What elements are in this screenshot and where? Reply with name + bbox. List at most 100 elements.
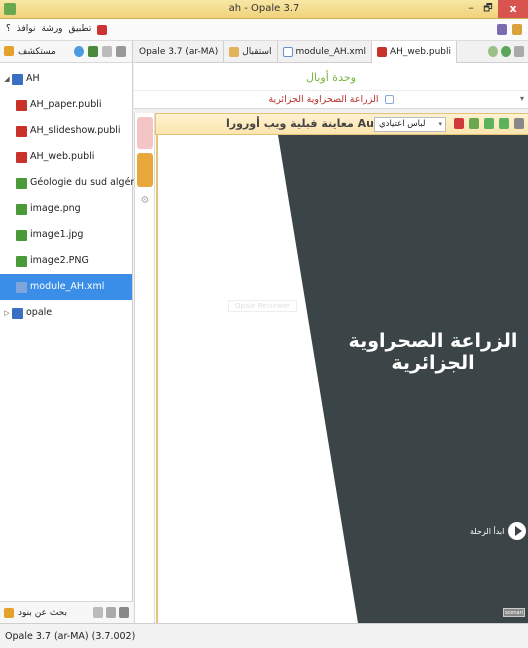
tree-item-label: AH_web.publi bbox=[30, 151, 95, 162]
menubar-right-tools bbox=[497, 24, 522, 35]
tree-folder[interactable]: ◢ AH bbox=[0, 66, 132, 92]
back-icon[interactable] bbox=[488, 46, 498, 57]
module-title: الزراعة الصحراوية الجزائرية bbox=[268, 94, 379, 105]
status-bar: Opale 3.7 (ar-MA) (3.7.002) bbox=[0, 623, 528, 648]
preview-side-strip: ⚙ bbox=[135, 113, 155, 623]
tab-list-icon[interactable] bbox=[514, 46, 524, 57]
publi-icon bbox=[376, 47, 387, 57]
explorer-header: مستكشف bbox=[0, 41, 132, 63]
tab-web-publi[interactable]: AH_web.publi bbox=[371, 41, 458, 63]
tree-item-label: AH_paper.publi bbox=[30, 99, 102, 110]
tree-item[interactable]: Géologie du sud algérien.jpg bbox=[0, 170, 167, 196]
tree-item[interactable]: image2.PNG bbox=[0, 248, 132, 274]
explorer-panel: مستكشف ◢ AH AH_paper.publi AH_slideshow.pub… bbox=[0, 41, 167, 623]
search-items-label[interactable]: بحث عن بنود bbox=[18, 608, 67, 618]
tab-label: استقبال bbox=[242, 47, 272, 57]
slide-background bbox=[278, 135, 528, 623]
close-button[interactable]: x bbox=[498, 0, 528, 18]
search-items-bar: بحث عن بنود bbox=[0, 601, 133, 623]
image-icon bbox=[16, 203, 27, 215]
refresh-icon[interactable] bbox=[74, 46, 84, 57]
tab-module[interactable]: module_AH.xml bbox=[278, 41, 372, 63]
maximize-button[interactable]: 🗗 bbox=[481, 2, 495, 16]
tree-item[interactable]: image.png bbox=[0, 196, 132, 222]
forward-icon[interactable] bbox=[501, 46, 511, 57]
search-items-tools bbox=[93, 607, 129, 618]
settings-icon[interactable]: ⚙ bbox=[139, 195, 151, 207]
skin-select-value: لباس اعتيادي bbox=[379, 119, 426, 129]
tree-item[interactable]: AH_web.publi bbox=[0, 144, 132, 170]
user-icon[interactable] bbox=[512, 24, 522, 35]
tree-item[interactable]: module_AH.xml bbox=[0, 274, 132, 300]
explorer-icon bbox=[4, 46, 14, 56]
tab-label: Opale 3.7 (ar-MA) bbox=[139, 47, 219, 57]
menu-windows[interactable]: نوافذ bbox=[17, 24, 36, 35]
chevron-down-icon[interactable]: ▾ bbox=[520, 94, 524, 103]
workshop-icon[interactable] bbox=[497, 24, 507, 35]
module-selector[interactable]: الزراعة الصحراوية الجزائرية ▾ bbox=[134, 90, 528, 108]
tree-folder[interactable]: ▷ opale bbox=[0, 300, 132, 326]
explorer-label: مستكشف bbox=[18, 47, 56, 57]
skin-select[interactable]: لباس اعتيادي ▾ bbox=[374, 117, 446, 132]
tree-item-label: AH_slideshow.publi bbox=[30, 125, 121, 136]
minimize-button[interactable]: – bbox=[464, 2, 478, 16]
slide-preview: Opale Reviewer الزراعة الصحراوية الجزائر… bbox=[156, 135, 528, 623]
start-button[interactable]: ابدأ الرحلة bbox=[470, 522, 527, 540]
window-title: ah - Opale 3.7 bbox=[228, 3, 300, 14]
editor-tabs: Opale 3.7 (ar-MA) استقبال module_AH.xml … bbox=[134, 41, 528, 63]
reviewer-icon[interactable] bbox=[137, 117, 153, 149]
chevron-down-icon: ▾ bbox=[438, 120, 442, 128]
menu-bar: ؟ نوافذ ورشة تطبيق bbox=[0, 19, 528, 41]
expand-icon[interactable]: ▷ bbox=[2, 300, 12, 326]
file-tree: ◢ AH AH_paper.publi AH_slideshow.publi AH_we… bbox=[0, 63, 167, 326]
xml-icon bbox=[282, 47, 293, 57]
tree-item[interactable]: AH_slideshow.publi bbox=[0, 118, 132, 144]
tab-home[interactable]: استقبال bbox=[224, 41, 278, 63]
publi-icon bbox=[16, 125, 27, 137]
preview-tools bbox=[454, 118, 528, 129]
preview-area: ⚙ معاينة فبلية ويب أورورا Aurora لباس اع… bbox=[134, 113, 528, 623]
tab-opale[interactable]: Opale 3.7 (ar-MA) bbox=[134, 41, 225, 63]
folder-icon bbox=[12, 307, 23, 319]
image-icon bbox=[16, 177, 27, 189]
scenari-logo: scenari bbox=[503, 608, 525, 617]
publi-icon bbox=[16, 151, 27, 163]
tab-nav bbox=[488, 41, 528, 62]
tree-item-label: AH bbox=[26, 73, 40, 84]
maximize-panel-icon[interactable] bbox=[116, 46, 126, 57]
tree-item[interactable]: AH_paper.publi bbox=[0, 92, 132, 118]
previous-icon[interactable] bbox=[484, 118, 494, 129]
app-menu-icon[interactable] bbox=[97, 25, 108, 35]
settings-icon[interactable] bbox=[88, 46, 98, 57]
search-items-icon bbox=[4, 608, 14, 618]
minimize-panel-icon[interactable] bbox=[102, 46, 112, 57]
publi-icon bbox=[16, 99, 27, 111]
tree-item[interactable]: image1.jpg bbox=[0, 222, 132, 248]
panel-max-icon[interactable] bbox=[106, 607, 116, 618]
tab-label: AH_web.publi bbox=[389, 47, 452, 57]
menu-workshop[interactable]: ورشة bbox=[41, 24, 62, 35]
home-icon[interactable] bbox=[454, 118, 464, 129]
menu-help[interactable]: ؟ bbox=[6, 24, 11, 35]
panel-float-icon[interactable] bbox=[119, 607, 129, 618]
title-bar: ah - Opale 3.7 – 🗗 x bbox=[0, 0, 528, 19]
next-icon[interactable] bbox=[499, 118, 509, 129]
start-label: ابدأ الرحلة bbox=[470, 526, 505, 536]
outline-icon[interactable] bbox=[469, 118, 479, 129]
module-item-icon bbox=[384, 95, 394, 104]
refresh-icon[interactable] bbox=[514, 118, 524, 129]
explorer-tools bbox=[74, 46, 126, 57]
image-icon bbox=[16, 255, 27, 267]
menu-items: ؟ نوافذ ورشة تطبيق bbox=[6, 24, 108, 35]
collapse-icon[interactable]: ◢ bbox=[2, 66, 12, 92]
folder-icon bbox=[12, 73, 23, 85]
xml-icon bbox=[16, 281, 27, 293]
faint-label: Opale Reviewer bbox=[228, 300, 297, 312]
panel-min-icon[interactable] bbox=[93, 607, 103, 618]
menu-application[interactable]: تطبيق bbox=[69, 24, 92, 35]
tree-item-label: image.png bbox=[30, 203, 81, 214]
tree-item-label: opale bbox=[26, 307, 53, 318]
status-text: Opale 3.7 (ar-MA) (3.7.002) bbox=[5, 631, 136, 642]
home-icon bbox=[229, 47, 240, 57]
preview-mode-icon[interactable] bbox=[137, 153, 153, 187]
